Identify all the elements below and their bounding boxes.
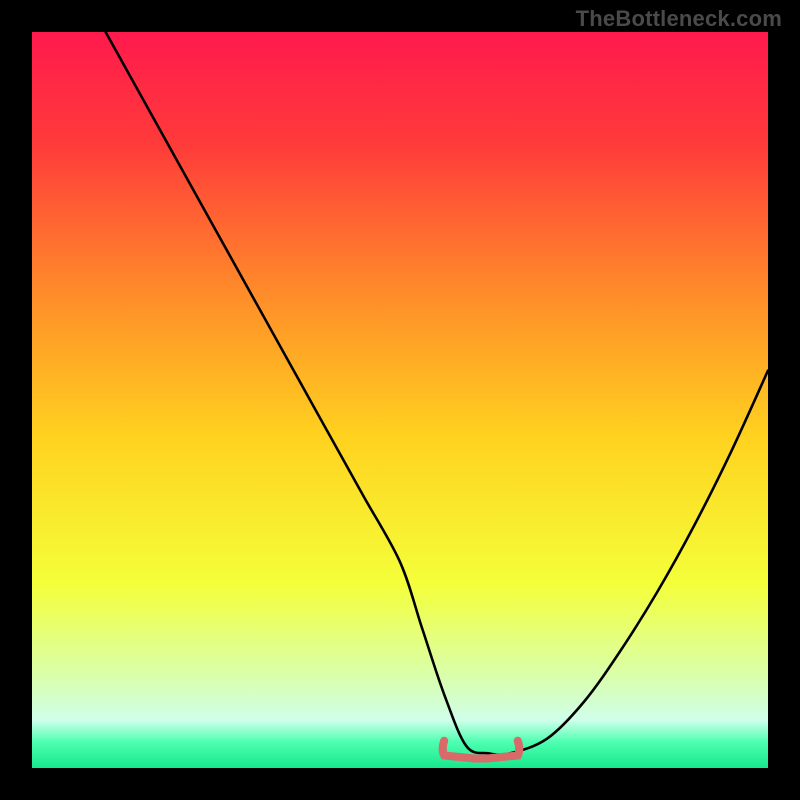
- optimum-marker: [443, 741, 520, 759]
- bottleneck-curve: [106, 32, 768, 755]
- watermark-text: TheBottleneck.com: [576, 6, 782, 32]
- curve-layer: [32, 32, 768, 768]
- plot-area: [32, 32, 768, 768]
- chart-root: TheBottleneck.com: [0, 0, 800, 800]
